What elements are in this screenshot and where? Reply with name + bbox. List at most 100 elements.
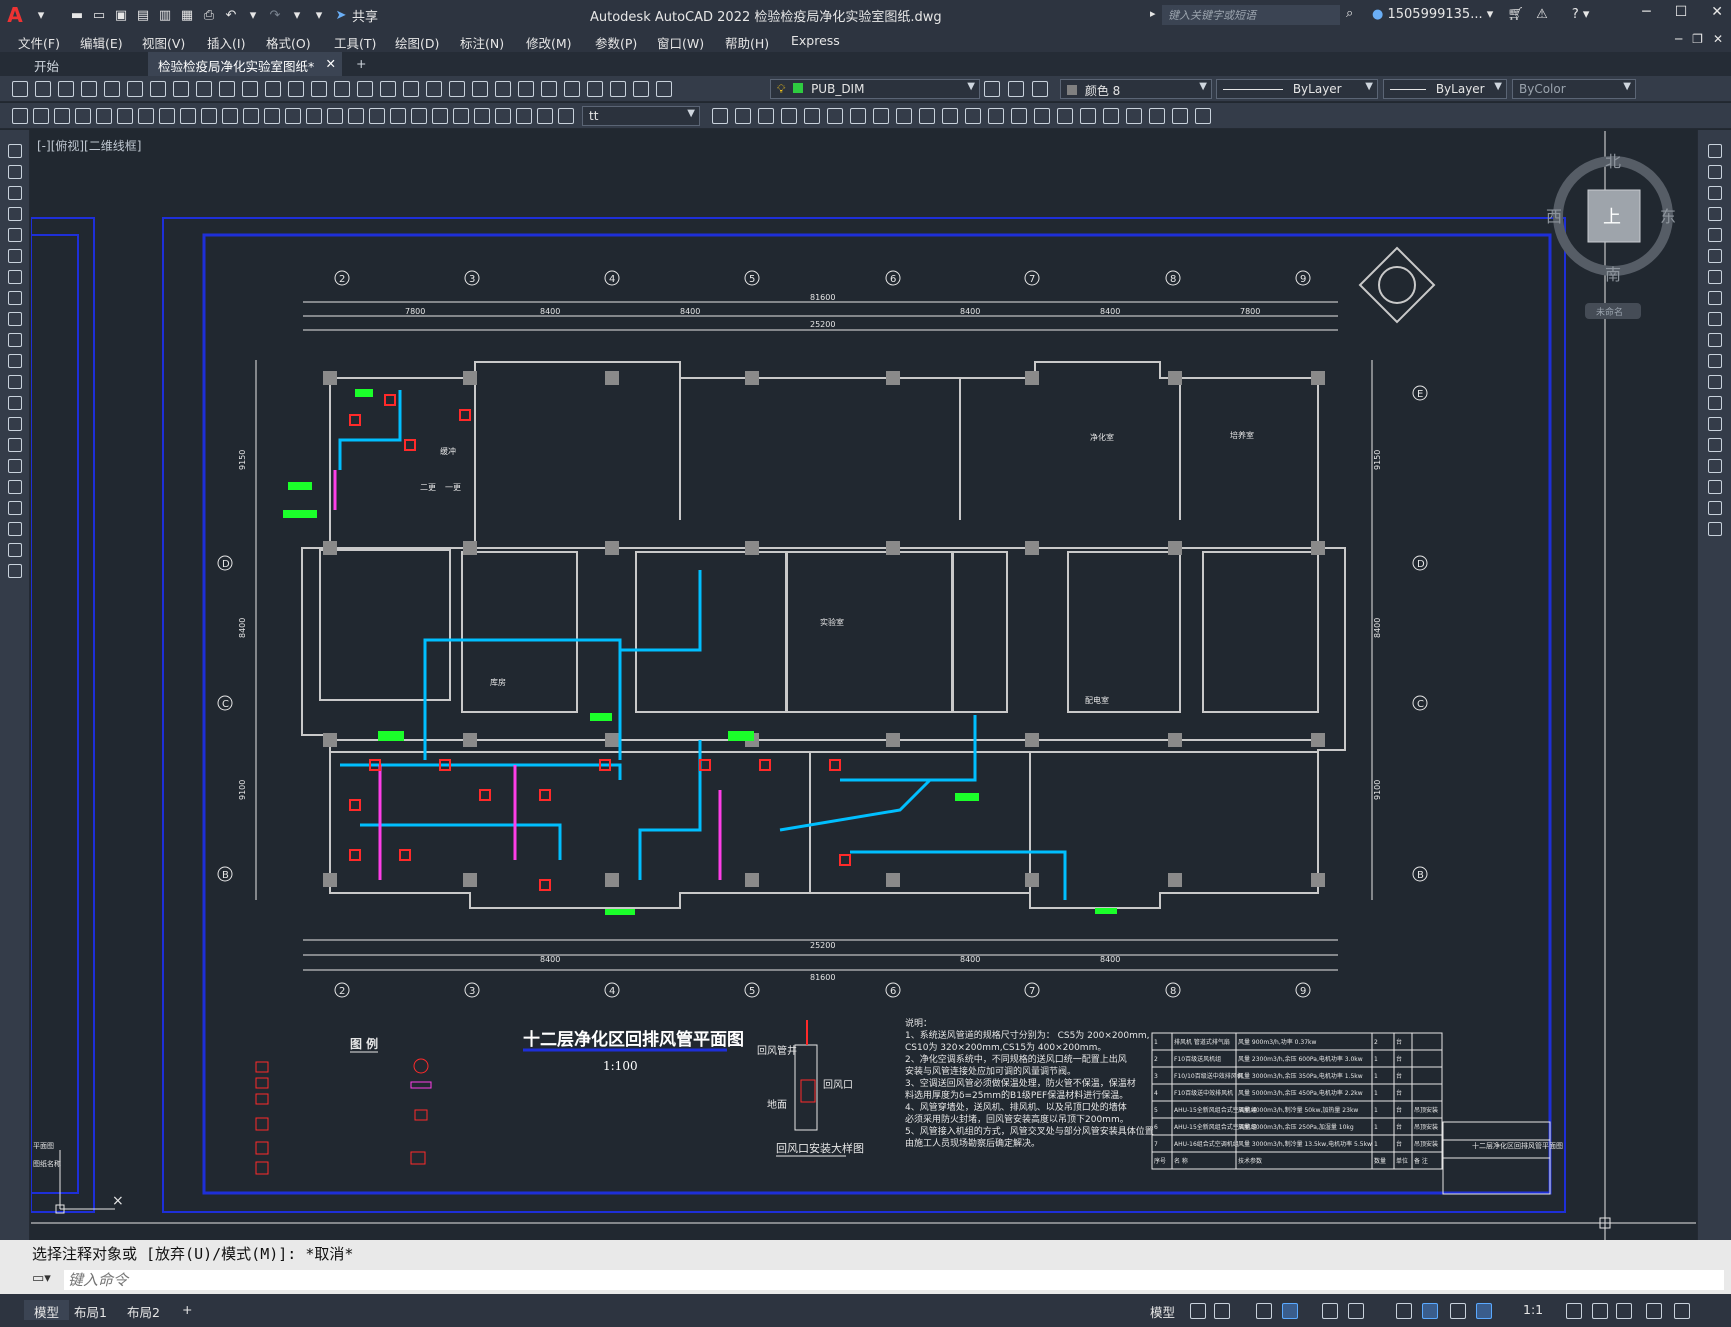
toolbar-tool-icon[interactable] — [633, 81, 649, 97]
tab-start[interactable]: 开始 — [24, 52, 144, 76]
toolbar-tool-icon[interactable] — [127, 81, 143, 97]
tab-close-icon[interactable]: ✕ — [326, 56, 336, 71]
status-toggle-icon[interactable] — [1396, 1303, 1412, 1319]
draw-tool-icon[interactable] — [8, 354, 22, 368]
draw-tool-icon[interactable] — [8, 228, 22, 242]
redo-icon[interactable]: ↷ — [264, 5, 286, 25]
modify-tool-icon[interactable] — [1708, 438, 1722, 452]
status-toggle-icon[interactable] — [1422, 1303, 1438, 1319]
toolbar-tool-icon[interactable] — [537, 108, 553, 124]
draw-tool-icon[interactable] — [8, 480, 22, 494]
toolbar-tool-icon[interactable] — [449, 81, 465, 97]
color-combo[interactable]: 颜色 8 ▼ — [1060, 79, 1212, 99]
modify-tool-icon[interactable] — [1708, 249, 1722, 263]
model-space-button[interactable]: 模型 — [1150, 1302, 1175, 1321]
modify-tool-icon[interactable] — [1708, 354, 1722, 368]
annotation-scale[interactable]: 1:1 — [1523, 1302, 1543, 1317]
toolbar-tool-icon[interactable] — [180, 108, 196, 124]
toolbar-tool-icon[interactable] — [587, 81, 603, 97]
toolbar-tool-icon[interactable] — [306, 108, 322, 124]
toolbar-tool-icon[interactable] — [804, 108, 820, 124]
command-input[interactable] — [64, 1270, 1724, 1290]
draw-tool-icon[interactable] — [8, 375, 22, 389]
toolbar-tool-icon[interactable] — [35, 81, 51, 97]
toolbar-tool-icon[interactable] — [222, 108, 238, 124]
draw-tool-icon[interactable] — [8, 522, 22, 536]
toolbar-tool-icon[interactable] — [12, 81, 28, 97]
toolbar-tool-icon[interactable] — [369, 108, 385, 124]
menu-help[interactable]: 帮助(H) — [725, 33, 769, 52]
toolbar-tool-icon[interactable] — [516, 108, 532, 124]
toolbar-tool-icon[interactable] — [75, 108, 91, 124]
toolbar-tool-icon[interactable] — [541, 81, 557, 97]
menu-format[interactable]: 格式(O) — [266, 33, 311, 52]
menu-dimension[interactable]: 标注(N) — [460, 33, 504, 52]
modify-tool-icon[interactable] — [1708, 417, 1722, 431]
menu-insert[interactable]: 插入(I) — [207, 33, 245, 52]
toolbar-tool-icon[interactable] — [564, 81, 580, 97]
menu-draw[interactable]: 绘图(D) — [395, 33, 439, 52]
draw-tool-icon[interactable] — [8, 543, 22, 557]
toolbar-tool-icon[interactable] — [264, 108, 280, 124]
plot-icon[interactable]: ⎙ — [198, 5, 220, 25]
modify-tool-icon[interactable] — [1708, 459, 1722, 473]
draw-tool-icon[interactable] — [8, 186, 22, 200]
layer-combo[interactable]: 💡︎ PUB_DIM ▼ — [770, 79, 980, 99]
draw-tool-icon[interactable] — [8, 438, 22, 452]
doc-restore-icon[interactable]: ❐ — [1692, 32, 1703, 46]
toolbar-tool-icon[interactable] — [150, 81, 166, 97]
status-toggle-icon[interactable] — [1322, 1303, 1338, 1319]
modify-tool-icon[interactable] — [1708, 375, 1722, 389]
toolbar-tool-icon[interactable] — [334, 81, 350, 97]
toolbar-tool-icon[interactable] — [96, 108, 112, 124]
toolbar-tool-icon[interactable] — [81, 81, 97, 97]
minimize-icon[interactable]: ─ — [1642, 4, 1650, 20]
toolbar-tool-icon[interactable] — [348, 108, 364, 124]
draw-tool-icon[interactable] — [8, 501, 22, 515]
search-icon[interactable]: ⌕ — [1346, 6, 1353, 21]
toolbar-tool-icon[interactable] — [984, 81, 1000, 97]
draw-tool-icon[interactable] — [8, 396, 22, 410]
doc-close-icon[interactable]: ✕ — [1713, 32, 1723, 46]
toolbar-tool-icon[interactable] — [196, 81, 212, 97]
status-toggle-icon[interactable] — [1190, 1303, 1206, 1319]
draw-tool-icon[interactable] — [8, 312, 22, 326]
open-file-icon[interactable]: ▭ — [88, 5, 110, 25]
menu-edit[interactable]: 编辑(E) — [80, 33, 123, 52]
draw-tool-icon[interactable] — [8, 459, 22, 473]
draw-tool-icon[interactable] — [8, 417, 22, 431]
toolbar-tool-icon[interactable] — [558, 108, 574, 124]
menu-express[interactable]: Express — [791, 33, 840, 48]
menu-view[interactable]: 视图(V) — [142, 33, 185, 52]
drawing-canvas[interactable]: 净化室 培养室 实验室 缓冲 一更 二更 库房 配电室 2 3 4 5 6 7 8 9 2 3 4… — [31, 131, 1696, 1240]
status-toggle-icon[interactable] — [1476, 1303, 1492, 1319]
toolbar-tool-icon[interactable] — [1057, 108, 1073, 124]
draw-tool-icon[interactable] — [8, 333, 22, 347]
layout-tab-1[interactable]: 布局1 — [64, 1300, 117, 1320]
status-toggle-icon[interactable] — [1348, 1303, 1364, 1319]
toolbar-tool-icon[interactable] — [518, 81, 534, 97]
command-prompt-icon[interactable]: ▭▾ — [32, 1271, 51, 1286]
undo-icon[interactable]: ↶ — [220, 5, 242, 25]
toolbar-tool-icon[interactable] — [1032, 81, 1048, 97]
cart-icon[interactable]: 🛒︎ — [1507, 7, 1524, 22]
connect-icon[interactable]: ⚠︎ — [1536, 7, 1548, 22]
toolbar-tool-icon[interactable] — [12, 108, 28, 124]
toolbar-tool-icon[interactable] — [411, 108, 427, 124]
maximize-icon[interactable]: ☐ — [1675, 4, 1688, 20]
toolbar-tool-icon[interactable] — [219, 81, 235, 97]
lineweight-combo[interactable]: ByLayer ▼ — [1383, 79, 1507, 99]
draw-tool-icon[interactable] — [8, 564, 22, 578]
toolbar-tool-icon[interactable] — [1080, 108, 1096, 124]
new-tab-button[interactable]: + — [346, 52, 372, 76]
status-toggle-icon[interactable] — [1256, 1303, 1272, 1319]
viewcube-top[interactable]: 上 — [1603, 207, 1621, 228]
viewcube-north[interactable]: 北 — [1605, 152, 1621, 171]
toolbar-tool-icon[interactable] — [54, 108, 70, 124]
toolbar-tool-icon[interactable] — [58, 81, 74, 97]
menu-tools[interactable]: 工具(T) — [334, 33, 376, 52]
toolbar-tool-icon[interactable] — [873, 108, 889, 124]
toolbar-tool-icon[interactable] — [1103, 108, 1119, 124]
status-toggle-icon[interactable] — [1282, 1303, 1298, 1319]
menu-modify[interactable]: 修改(M) — [526, 33, 572, 52]
